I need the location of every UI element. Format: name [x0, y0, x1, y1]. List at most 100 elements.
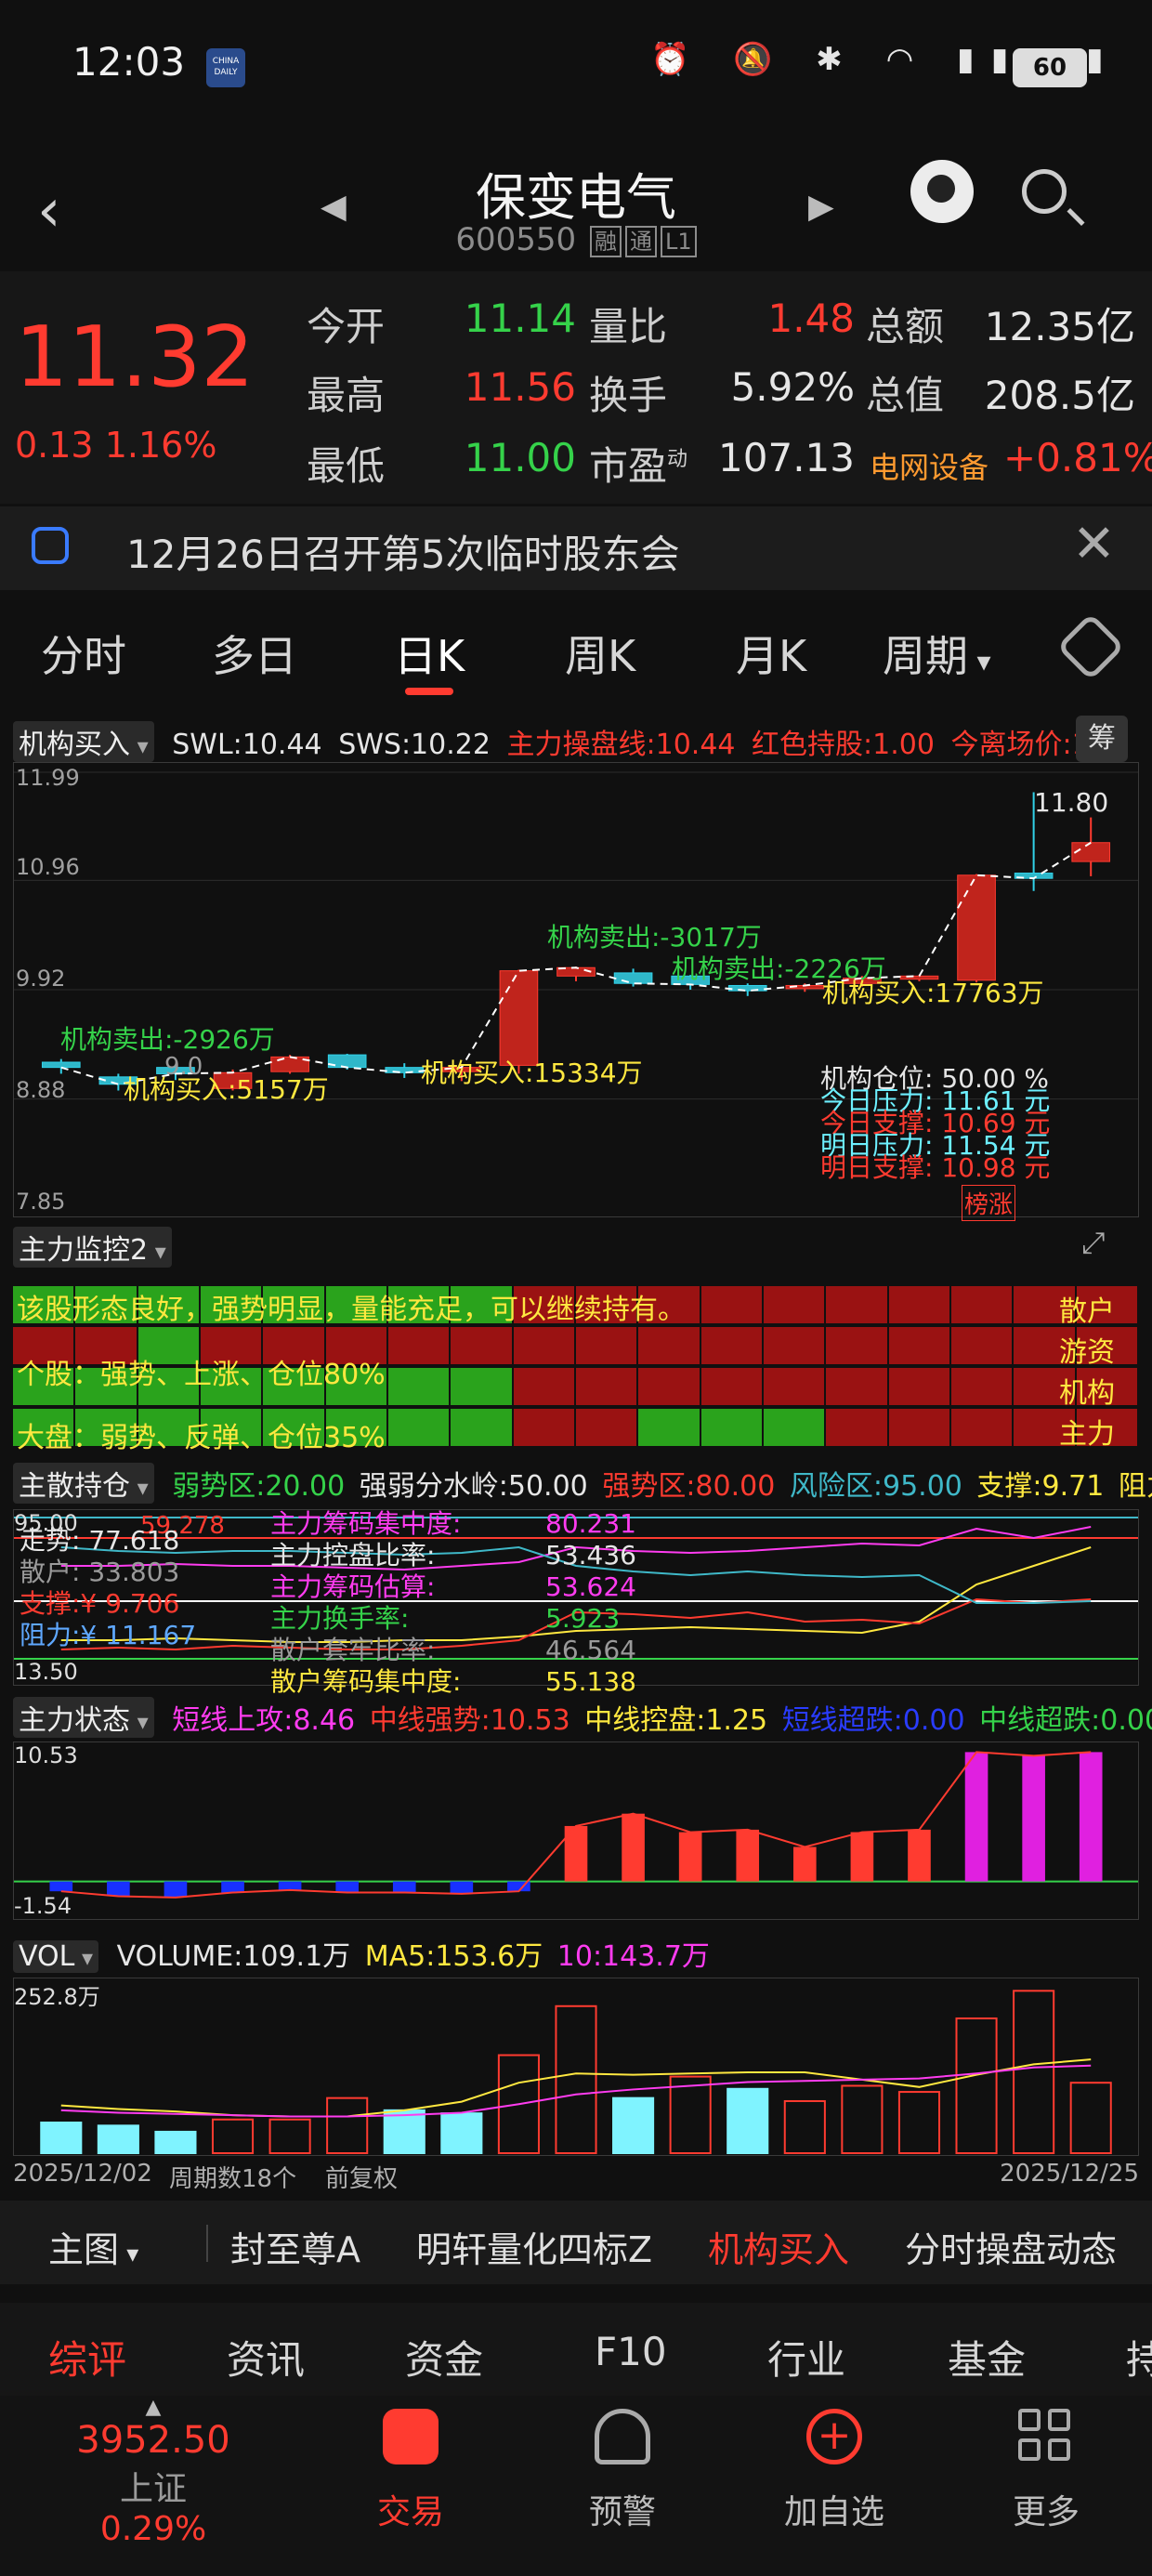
pe-label: 市盈动: [589, 435, 687, 492]
indicator-bar: 主图 ▾ 封至尊A 明轩量化四标Z 机构买入 分时操盘动态: [0, 2201, 1152, 2284]
tab-multiday[interactable]: 多日: [212, 623, 297, 684]
index-change: 0.29%: [99, 2510, 207, 2548]
stat-value: 77.618: [88, 1525, 180, 1556]
index-ticker[interactable]: ▲ 3952.50 上证 0.29%: [65, 2396, 242, 2548]
quote-panel: 11.32 0.13 1.16% 今开 11.14 量比 1.48 总额 12.…: [0, 271, 1152, 504]
next-stock-icon[interactable]: ▶: [808, 188, 834, 226]
settings-icon[interactable]: [1056, 612, 1125, 681]
swl-value: SWL:10.44: [172, 729, 322, 761]
nav-add-watchlist[interactable]: 加自选: [769, 2485, 899, 2533]
monitor-cell: [388, 1327, 450, 1364]
stat-main-concentration: 主力筹码集中度: 80.231: [270, 1508, 661, 1540]
holding-select[interactable]: 主散持仓: [13, 1463, 154, 1504]
tab-overview[interactable]: 综评: [48, 2329, 126, 2385]
notice-text: 12月26日召开第5次临时股东会: [126, 532, 680, 577]
tab-period[interactable]: 周期 ▾: [883, 623, 991, 684]
monitor-cell: [888, 1368, 949, 1405]
stat-key: 主力筹码估算:: [270, 1571, 436, 1602]
monitor-cell: [888, 1327, 949, 1364]
volume-panel: 252.8万: [13, 1978, 1139, 2156]
main-indicator-select[interactable]: 机构买入: [13, 721, 154, 762]
mascot-icon[interactable]: [910, 160, 974, 223]
market-cap-value: 208.5亿: [984, 373, 1135, 418]
monitor-cell: [513, 1409, 574, 1446]
state-bar: [964, 1752, 988, 1882]
state-bar: [736, 1829, 760, 1882]
battery-icon: 60: [1013, 48, 1087, 87]
stock-code: 600550 融通 L1: [0, 221, 1152, 258]
tab-daily-k[interactable]: 日K: [394, 623, 465, 684]
last-price: 11.32: [15, 309, 255, 406]
market-advice: 大盘：弱势、反弹、仓位35%: [17, 1422, 386, 1454]
indicator-item-active[interactable]: 机构买入: [708, 2221, 849, 2272]
state-select[interactable]: 主力状态: [13, 1697, 154, 1738]
volume-bar: [897, 2091, 941, 2154]
indicator-item[interactable]: 封至尊A: [230, 2221, 360, 2272]
volume-header: VOL VOLUME:109.1万 MA5:153.6万 10:143.7万: [13, 1933, 710, 1974]
indicator-item[interactable]: 明轩量化四标Z: [416, 2221, 652, 2272]
tab-weekly-k[interactable]: 周K: [565, 623, 635, 684]
tab-intraday[interactable]: 分时: [41, 623, 126, 684]
mid-control: 中线控盘:1.25: [584, 1704, 768, 1737]
bell-icon: [595, 2409, 650, 2464]
stat-value: 5.923: [545, 1603, 621, 1634]
main-chart-select[interactable]: 主图 ▾: [48, 2221, 138, 2272]
stat-value: 33.803: [88, 1557, 180, 1587]
state-bar: [850, 1832, 874, 1882]
tab-funds[interactable]: 资金: [405, 2329, 483, 2385]
tab-fund[interactable]: 基金: [948, 2329, 1026, 2385]
indicator-item[interactable]: 分时操盘动态: [905, 2221, 1117, 2272]
search-icon[interactable]: [1022, 169, 1067, 214]
stat-value: 9.706: [105, 1588, 180, 1619]
notice-bar[interactable]: 12月26日召开第5次临时股东会 ✕: [0, 506, 1152, 590]
holding-panel: 95.00 13.50 59.278 走势: 77.618 散户: 33.803…: [13, 1508, 1139, 1697]
pe-dynamic-mark: 动: [667, 448, 688, 471]
nav-trade[interactable]: 交易: [346, 2485, 476, 2533]
period-tabs: 分时 多日 日K 周K 月K 周期 ▾: [0, 595, 1152, 706]
monitor-cell: [576, 1368, 637, 1405]
state-panel: 10.53 -1.54: [13, 1741, 1139, 1920]
tab-news[interactable]: 资讯: [227, 2329, 305, 2385]
high-label: 最高: [307, 373, 386, 418]
low-value: 11.00: [464, 435, 576, 480]
monitor-select[interactable]: 主力监控2: [13, 1227, 172, 1268]
hot-list-badge[interactable]: 榜涨: [962, 1185, 1016, 1221]
active-tab-indicator: [405, 688, 453, 695]
tab-f10[interactable]: F10: [595, 2329, 667, 2374]
tab-monthly-k[interactable]: 月K: [736, 623, 806, 684]
expand-icon[interactable]: ⤢: [1081, 1225, 1106, 1261]
chips-button[interactable]: 筹: [1076, 716, 1128, 762]
monitor-cell: [826, 1327, 887, 1364]
stat-trend: 走势: 77.618: [20, 1525, 196, 1557]
monitor-cell: [951, 1409, 1013, 1446]
row-label: 游资: [1059, 1336, 1115, 1369]
stat-value: 53.624: [545, 1571, 636, 1602]
monitor-cell: [826, 1286, 887, 1323]
annotation: 机构买入:17763万: [822, 978, 1044, 1008]
candle: [613, 972, 653, 984]
state-bar: [908, 1829, 931, 1882]
tab-more[interactable]: 持: [1126, 2329, 1152, 2385]
kline-panel: 11.99 10.96 9.92 8.88 7.85 11.80 9.0 机构卖…: [13, 762, 1139, 1221]
stat-main-estimate: 主力筹码估算: 53.624: [270, 1571, 661, 1603]
sector-link[interactable]: 电网设备: [870, 444, 988, 487]
title-bar: ‹ ◀ 保变电气 600550 融通 L1 ▶: [0, 139, 1152, 269]
volume-bar: [783, 2099, 826, 2155]
stat-value: 55.138: [545, 1666, 636, 1697]
stat-value: 53.436: [545, 1540, 636, 1571]
weak-zone: 弱势区:20.00: [172, 1470, 346, 1503]
monitor-cell: [951, 1327, 1013, 1364]
y-tick: 13.50: [14, 1659, 78, 1685]
volume-select[interactable]: VOL: [13, 1940, 99, 1973]
state-header: 主力状态 短线上攻:8.46 中线强势:10.53 中线控盘:1.25 短线超跌…: [13, 1697, 1152, 1738]
adjust-mode: 前复权: [325, 2165, 399, 2193]
nav-alert[interactable]: 预警: [557, 2485, 687, 2533]
close-icon[interactable]: ✕: [1072, 514, 1116, 574]
tab-industry[interactable]: 行业: [767, 2329, 845, 2385]
mid-oversold: 中线超跌:0.00: [979, 1704, 1152, 1737]
nav-more[interactable]: 更多: [981, 2485, 1111, 2533]
y-tick: 7.85: [16, 1189, 66, 1215]
candle: [41, 1061, 81, 1069]
stock-advice: 个股：强势、上涨、仓位80%: [17, 1359, 386, 1391]
period-count: 周期数18个: [169, 2165, 297, 2193]
